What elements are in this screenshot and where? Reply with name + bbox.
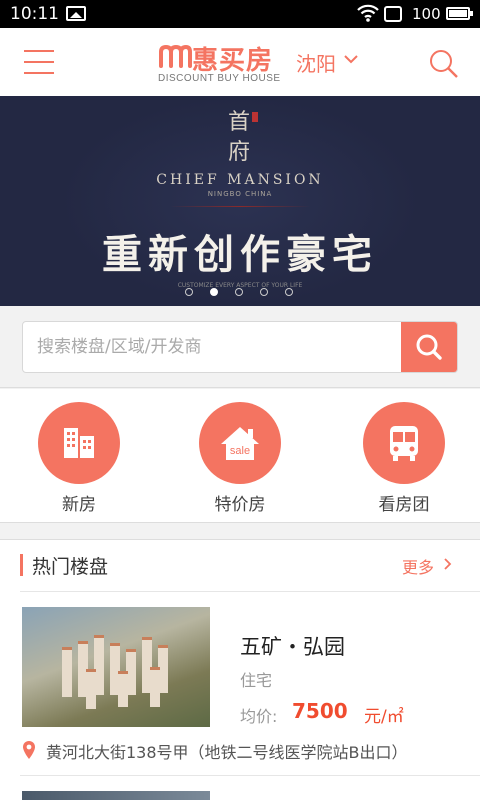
city-selector[interactable]: 沈阳 <box>296 48 336 77</box>
logo-tagline: DISCOUNT BUY HOUSE <box>158 73 281 84</box>
app-header: 惠买房 DISCOUNT BUY HOUSE 沈阳 <box>0 28 480 96</box>
app-logo[interactable]: 惠买房 DISCOUNT BUY HOUSE <box>158 40 288 86</box>
wifi-icon <box>357 4 379 22</box>
banner-seal-text: 首府 <box>228 110 251 165</box>
shortcut-special-price[interactable]: sale 特价房 <box>190 402 290 516</box>
sale-house-icon: sale <box>199 402 281 484</box>
shortcut-new-house[interactable]: 新房 <box>29 402 129 516</box>
listing-price: 7500 <box>292 699 348 723</box>
chevron-down-icon[interactable] <box>343 53 359 65</box>
more-link[interactable]: 更多 <box>402 554 434 578</box>
carousel-dot[interactable] <box>285 288 293 296</box>
search-icon[interactable] <box>428 48 460 80</box>
bus-icon <box>363 402 445 484</box>
search-area <box>0 306 480 388</box>
buildings-icon <box>38 402 120 484</box>
listing-name: 五矿・弘园 <box>240 635 345 659</box>
location-pin-icon <box>23 741 35 759</box>
status-bar: 10:11 100 <box>0 0 480 28</box>
carousel-dot[interactable] <box>260 288 268 296</box>
price-label: 均价: <box>240 707 278 726</box>
image-icon <box>66 6 86 21</box>
carousel-dot[interactable] <box>235 288 243 296</box>
seal-stamp <box>252 112 258 122</box>
shortcut-label: 特价房 <box>214 495 266 515</box>
banner-slogan: 重新创作豪宅 <box>102 231 378 278</box>
logo-mark-icon <box>159 44 192 68</box>
promo-banner[interactable]: 首府 CHIEF MANSION NINGBO CHINA 重新创作豪宅 CUS… <box>0 96 480 306</box>
search-input[interactable] <box>37 322 397 372</box>
chevron-right-icon[interactable] <box>443 557 453 571</box>
status-time: 10:11 <box>10 4 59 24</box>
banner-divider <box>170 206 310 207</box>
shortcut-label: 看房团 <box>378 495 430 515</box>
listing-address: 黄河北大街138号甲（地铁二号线医学院站B出口） <box>46 743 408 762</box>
sim-icon <box>384 6 402 22</box>
svg-text:sale: sale <box>230 445 250 457</box>
logo-text: 惠买房 <box>192 46 274 76</box>
battery-icon <box>446 7 473 20</box>
divider <box>20 775 480 776</box>
shortcut-label: 新房 <box>62 495 96 515</box>
search-button[interactable] <box>401 322 457 372</box>
carousel-dot[interactable] <box>185 288 193 296</box>
banner-subbrand: NINGBO CHINA <box>207 190 273 198</box>
category-shortcuts: 新房 sale 特价房 看房团 <box>0 389 480 523</box>
section-title: 热门楼盘 <box>32 556 109 578</box>
listing-thumbnail <box>22 607 210 727</box>
shortcut-tour-group[interactable]: 看房团 <box>354 402 454 516</box>
carousel-dot-active[interactable] <box>210 288 218 296</box>
price-unit: 元/㎡ <box>364 707 404 727</box>
divider <box>20 591 480 592</box>
menu-icon[interactable] <box>24 50 54 74</box>
hot-listings-section: 热门楼盘 更多 五矿・弘园 住宅 均价: 7500 元/㎡ 黄河北大街138号甲… <box>0 539 480 800</box>
battery-percent: 100 <box>412 5 441 23</box>
listing-type: 住宅 <box>240 671 273 690</box>
section-accent-bar <box>20 554 23 576</box>
banner-brand: CHIEF MANSION <box>156 172 324 188</box>
search-box <box>22 321 458 373</box>
search-icon <box>416 334 442 360</box>
listing-thumbnail[interactable] <box>22 791 210 800</box>
